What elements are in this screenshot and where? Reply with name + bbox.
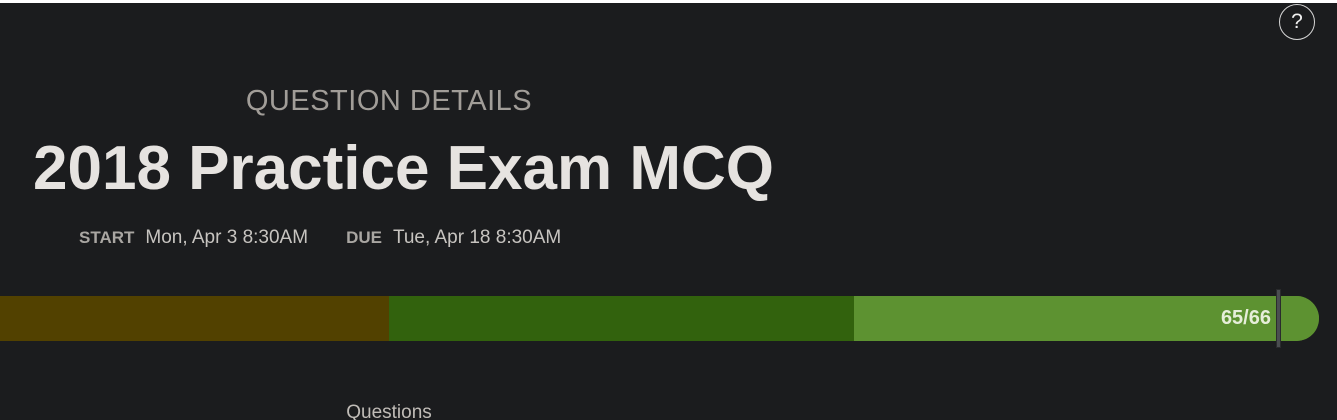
progress-segment-second	[389, 296, 854, 341]
help-button[interactable]: ?	[1279, 4, 1315, 40]
assignment-dates: START Mon, Apr 3 8:30AM DUE Tue, Apr 18 …	[79, 226, 599, 250]
start-date-value: Mon, Apr 3 8:30AM	[145, 227, 309, 248]
due-date-label: DUE	[346, 228, 382, 247]
questions-section-label: Questions	[346, 402, 432, 420]
start-date-label: START	[79, 228, 135, 247]
due-date-value: Tue, Apr 18 8:30AM	[392, 227, 562, 248]
top-divider-notch	[678, 0, 680, 3]
question-details-page: ? QUESTION DETAILS 2018 Practice Exam MC…	[0, 0, 1337, 420]
progress-count: 65/66	[1220, 307, 1271, 329]
section-title: QUESTION DETAILS	[245, 85, 533, 117]
progress-marker	[1277, 290, 1280, 347]
progress-segment-first	[0, 296, 389, 341]
exam-title: 2018 Practice Exam MCQ	[33, 134, 774, 203]
question-progress-bar: 65/66	[0, 296, 1319, 341]
